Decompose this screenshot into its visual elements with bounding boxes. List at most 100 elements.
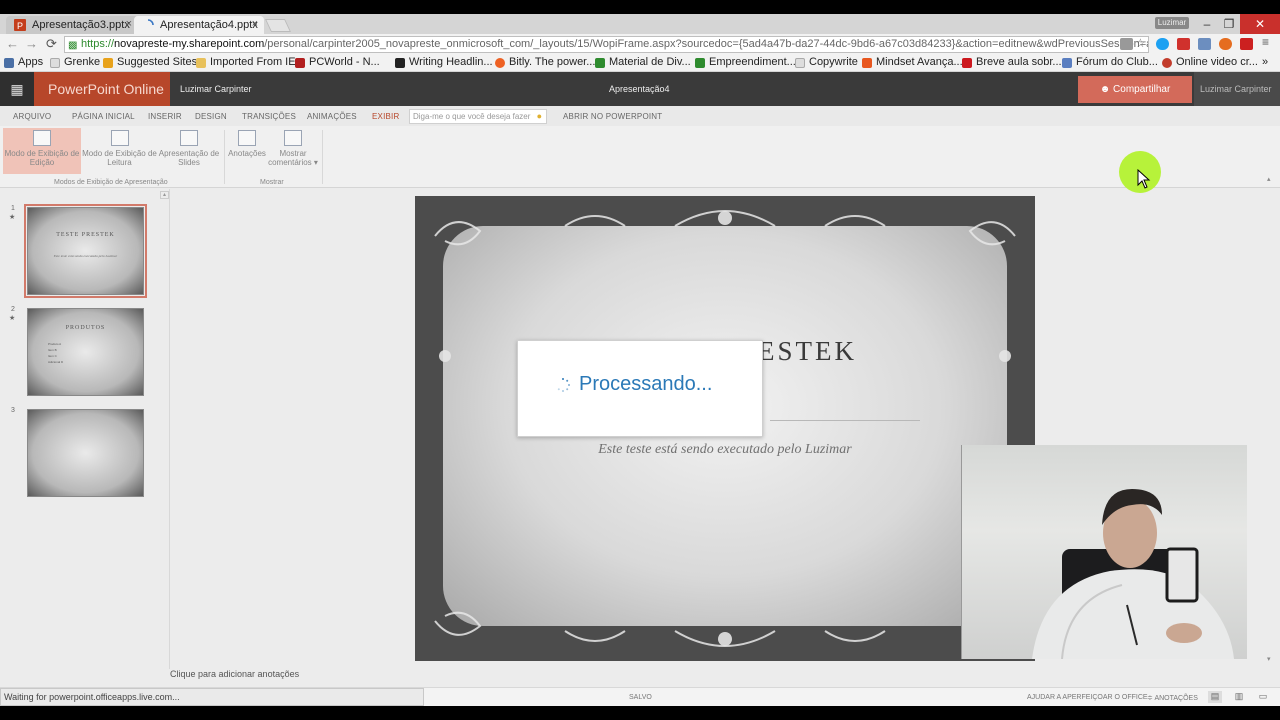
bookmark-star-icon[interactable]: ☆	[1135, 36, 1148, 50]
owner-name[interactable]: Luzimar Carpinter	[180, 84, 252, 94]
slide-thumbnail-2[interactable]: PRODUTOS Produto A Item B Item C Adicion…	[27, 308, 144, 396]
group-separator	[224, 130, 225, 184]
spinner-icon	[557, 378, 570, 392]
browser-tab-2[interactable]: Apresentação4.pptx ×	[134, 16, 264, 34]
tell-me-input[interactable]: Diga-me o que você deseja fazer ●	[409, 109, 547, 124]
tab-animacoes[interactable]: ANIMAÇÕES	[307, 112, 357, 121]
document-title[interactable]: Apresentação4	[609, 84, 670, 94]
scroll-up-icon[interactable]: ▴	[160, 191, 169, 199]
new-tab-button[interactable]	[264, 19, 292, 32]
browser-tab-1[interactable]: P Apresentação3.pptx ×	[6, 16, 138, 34]
suggested-sites-icon	[103, 58, 113, 68]
notes-button[interactable]: Anotações	[226, 128, 268, 174]
mouse-cursor-icon	[1137, 169, 1151, 189]
open-in-powerpoint[interactable]: ABRIR NO POWERPOINT	[563, 112, 662, 121]
url-bar[interactable]: ▩ https://novapreste-my.sharepoint.com/p…	[64, 36, 1149, 53]
reading-view-button[interactable]: Modo de Exibição de Leitura	[81, 128, 158, 174]
editor-scrollbar[interactable]: ▴ ▾	[1266, 175, 1276, 669]
tab-arquivo[interactable]: ARQUIVO	[13, 112, 51, 121]
button-label-line2: Slides	[178, 158, 200, 167]
bookmark-forum[interactable]: Fórum do Club...	[1062, 56, 1158, 68]
slide-show-button[interactable]: Apresentação de Slides	[158, 128, 220, 174]
leaf-icon	[695, 58, 705, 68]
youtube-icon	[962, 58, 972, 68]
button-label-line1: Mostrar	[279, 149, 307, 158]
help-improve-office[interactable]: AJUDAR A APERFEIÇOAR O OFFICE	[1027, 694, 1148, 701]
slide-thumbnail-1[interactable]: TESTE PRESTEK Este teste está sendo exec…	[24, 204, 147, 298]
folder-icon	[196, 58, 206, 68]
lock-icon: ▩	[68, 40, 78, 51]
bitly-icon	[495, 58, 505, 68]
extension-record-icon[interactable]	[1240, 38, 1253, 50]
extension-code-icon[interactable]	[1198, 38, 1211, 50]
profile-badge[interactable]: Luzimar	[1155, 17, 1189, 29]
reload-icon[interactable]: ⟳	[46, 36, 57, 52]
notes-toggle-label: ANOTAÇÕES	[1154, 695, 1198, 702]
bookmark-writing[interactable]: Writing Headlin...	[395, 56, 493, 68]
bookmark-copywrite[interactable]: Copywrite	[795, 56, 858, 68]
webcam-overlay	[961, 445, 1247, 659]
show-comments-button[interactable]: Mostrar comentários ▾	[268, 128, 318, 174]
svg-text:P: P	[17, 21, 23, 31]
powerpoint-file-icon: P	[14, 19, 26, 31]
screen: P Apresentação3.pptx × Apresentação4.ppt…	[0, 0, 1280, 720]
bookmark-grenke[interactable]: Grenke	[50, 56, 100, 68]
back-arrow-icon[interactable]: ←	[6, 36, 19, 51]
slide-number: 2	[11, 306, 15, 313]
tab-design[interactable]: DESIGN	[195, 112, 227, 121]
bookmark-online-video[interactable]: Online video cr...	[1162, 56, 1258, 68]
close-tab-icon[interactable]: ×	[126, 18, 132, 30]
bookmark-empreendimento[interactable]: Empreendiment...	[695, 56, 796, 68]
app-name[interactable]: PowerPoint Online	[34, 72, 170, 106]
bookmark-bitly[interactable]: Bitly. The power...	[495, 56, 595, 68]
forward-arrow-icon[interactable]: →	[25, 36, 38, 51]
editing-view-button[interactable]: Modo de Exibição de Edição	[3, 128, 81, 174]
url-path: /personal/carpinter2005_novapreste_onmic…	[264, 38, 1149, 50]
share-button[interactable]: ☻ Compartilhar	[1078, 76, 1192, 103]
close-tab-icon[interactable]: ×	[252, 18, 258, 30]
maximize-window-icon[interactable]: ❐	[1216, 14, 1242, 34]
tab-pagina-inicial[interactable]: PÁGINA INICIAL	[72, 112, 135, 121]
more-bookmarks-icon[interactable]: »	[1262, 56, 1268, 68]
tab-title: Apresentação4.pptx	[160, 19, 258, 31]
bookmark-suggested[interactable]: Suggested Sites	[103, 56, 197, 68]
normal-view-icon[interactable]: ▤	[1208, 691, 1222, 703]
tab-transicoes[interactable]: TRANSIÇÕES	[242, 112, 296, 121]
account-menu[interactable]: Luzimar Carpinter	[1194, 72, 1280, 106]
bookmark-imported[interactable]: Imported From IE	[196, 56, 296, 68]
reading-view-icon[interactable]: ▥	[1232, 691, 1246, 703]
skype-extension-icon[interactable]	[1156, 38, 1169, 50]
notes-toggle[interactable]: ≑ ANOTAÇÕES	[1147, 694, 1198, 702]
apps-grid-icon	[4, 58, 14, 68]
slide-subtitle[interactable]: Este teste está sendo executado pelo Luz…	[415, 442, 1035, 458]
page-action-icon[interactable]	[1120, 38, 1133, 50]
close-window-icon[interactable]: ✕	[1240, 14, 1280, 34]
bookmark-mindset[interactable]: Mindset Avança...	[862, 56, 963, 68]
thumbnail-scrollbar[interactable]: ▴	[158, 189, 170, 669]
menu-icon[interactable]: ≡	[1262, 35, 1275, 49]
office-header: ▦ PowerPoint Online Luzimar Carpinter Ap…	[0, 72, 1280, 106]
scroll-down-icon[interactable]: ▾	[1267, 655, 1271, 663]
tab-inserir[interactable]: INSERIR	[148, 112, 182, 121]
slideshow-view-icon[interactable]: ▭	[1256, 691, 1270, 703]
extension-red-icon[interactable]	[1177, 38, 1190, 50]
browser-toolbar: ← → ⟳ ▩ https://novapreste-my.sharepoint…	[0, 34, 1280, 54]
tab-exibir[interactable]: EXIBIR	[372, 112, 399, 121]
scroll-up-icon[interactable]: ▴	[1267, 175, 1271, 183]
person-icon: ☻	[1099, 84, 1111, 95]
bookmark-pcworld[interactable]: PCWorld - N...	[295, 56, 380, 68]
bookmark-breve-aula[interactable]: Breve aula sobr...	[962, 56, 1062, 68]
extension-flame-icon[interactable]	[1219, 38, 1232, 50]
bookmark-label: Breve aula sobr...	[976, 56, 1062, 68]
bookmark-material[interactable]: Material de Div...	[595, 56, 691, 68]
notes-placeholder[interactable]: Clique para adicionar anotações	[170, 669, 299, 679]
slide-thumbnail-3[interactable]	[27, 409, 144, 497]
button-label-line2: Edição	[29, 158, 55, 167]
app-launcher-icon[interactable]: ▦	[0, 72, 34, 106]
lightbulb-icon: ●	[536, 111, 542, 121]
bookmark-apps[interactable]: Apps	[4, 56, 43, 68]
bookmark-label: Copywrite	[809, 56, 858, 68]
bookmark-label: Material de Div...	[609, 56, 691, 68]
slide-title[interactable]: ESTEK	[758, 336, 857, 367]
thumb-title: PRODUTOS	[65, 325, 106, 331]
